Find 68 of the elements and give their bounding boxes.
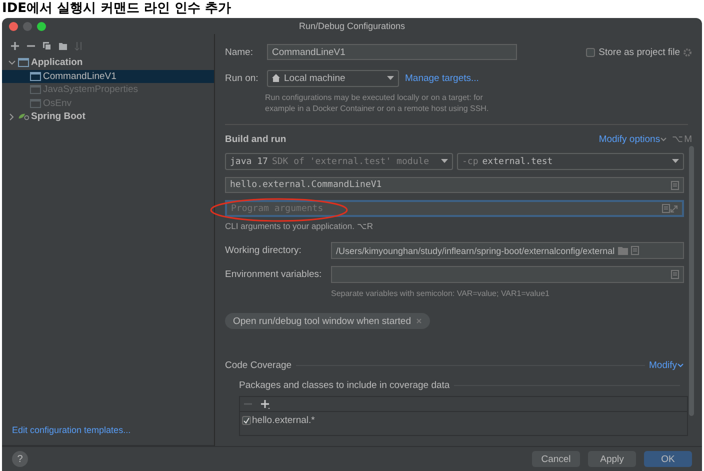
window-icon: [30, 72, 41, 81]
edit-templates-link[interactable]: Edit configuration templates...: [2, 425, 214, 446]
tree-item[interactable]: Spring Boot: [2, 110, 214, 124]
document-icon[interactable]: [630, 246, 639, 255]
program-arguments-help: CLI arguments to your application. ⌥R: [225, 221, 374, 232]
document-icon[interactable]: [662, 204, 670, 213]
working-directory-label: Working directory:: [225, 245, 302, 256]
chevron-icon: [677, 363, 684, 368]
environment-variables-help: Separate variables with semicolon: VAR=value; VAR1=value1: [331, 288, 550, 299]
spring-icon: [18, 112, 29, 122]
cancel-button[interactable]: Cancel: [532, 451, 580, 467]
main-class-field[interactable]: hello.external.CommandLineV1: [225, 177, 684, 193]
close-icon[interactable]: [9, 22, 18, 30]
classpath-module: external.test: [482, 156, 553, 166]
scrollbar[interactable]: [689, 146, 694, 416]
folder-icon[interactable]: [618, 246, 628, 254]
gear-icon[interactable]: [683, 48, 692, 56]
window-icon: [18, 58, 29, 68]
minimize-icon[interactable]: [23, 22, 32, 30]
tree-item[interactable]: CommandLineV1: [2, 70, 214, 83]
maximize-icon[interactable]: [37, 22, 46, 30]
checkbox[interactable]: [242, 416, 251, 424]
name-field[interactable]: CommandLineV1: [267, 44, 517, 60]
package-entry: hello.external.*: [252, 414, 315, 426]
add-icon[interactable]: [10, 41, 20, 51]
modify-link[interactable]: Modify: [649, 360, 677, 371]
modify-options-link[interactable]: Modify options: [598, 134, 660, 144]
copy-icon[interactable]: [42, 41, 52, 51]
working-directory-field[interactable]: /Users/kimyounghan/study/inflearn/spring-boot/externalconfig/external: [331, 242, 684, 259]
help-button[interactable]: ?: [12, 451, 28, 467]
environment-variables-label: Environment variables:: [225, 269, 323, 280]
tree-item[interactable]: Application: [2, 56, 214, 70]
option-chip[interactable]: Open run/debug tool window when started: [225, 313, 430, 329]
environment-variables-field[interactable]: [331, 266, 684, 283]
caption-text: IDE에서 실행시 커맨드 라인 인수 추가: [1, 0, 232, 18]
manage-targets-link[interactable]: Manage targets...: [405, 72, 479, 84]
dropdown-arrow-icon: [387, 76, 394, 80]
expand-icon[interactable]: [670, 204, 678, 212]
add-icon[interactable]: [261, 400, 270, 408]
run-on-help-text: Run configurations may be executed locally or on a target: for example in a Docker Container or on a remote host using SSH.: [265, 92, 490, 114]
close-icon[interactable]: [416, 318, 422, 324]
window-icon: [30, 98, 41, 108]
section-title: Build and run: [225, 134, 286, 144]
checkbox[interactable]: [586, 48, 595, 56]
run-on-label: Run on:: [225, 72, 260, 84]
document-icon[interactable]: [671, 270, 679, 279]
window-icon: [30, 85, 41, 94]
classpath-dropdown[interactable]: -cp external.test: [457, 153, 684, 170]
document-icon[interactable]: [671, 180, 679, 190]
apply-button[interactable]: Apply: [588, 451, 636, 467]
run-on-dropdown[interactable]: Local machine: [267, 70, 399, 86]
home-icon: [272, 74, 280, 82]
chevron-icon: [660, 136, 668, 142]
shortcut-text: ⌥M: [672, 133, 692, 145]
main-class-text: hello.external.CommandLineV1: [230, 180, 382, 190]
jdk-detail: SDK of 'external.test' module: [272, 156, 430, 166]
dropdown-arrow-icon: [441, 159, 448, 164]
ok-button[interactable]: OK: [644, 451, 692, 467]
subsection-title: Packages and classes to include in coverage data: [239, 380, 450, 391]
store-project-file-label: Store as project file: [598, 46, 680, 58]
jdk-dropdown[interactable]: java 17 SDK of 'external.test' module: [225, 153, 453, 170]
name-label: Name:: [225, 46, 254, 58]
window-title: Run/Debug Configurations: [298, 21, 406, 31]
folder-icon[interactable]: [58, 41, 68, 51]
jdk-version: java 17: [230, 156, 268, 166]
classpath-prefix: -cp: [462, 156, 478, 166]
section-title: Code Coverage: [225, 360, 292, 371]
dropdown-arrow-icon: [672, 159, 679, 164]
